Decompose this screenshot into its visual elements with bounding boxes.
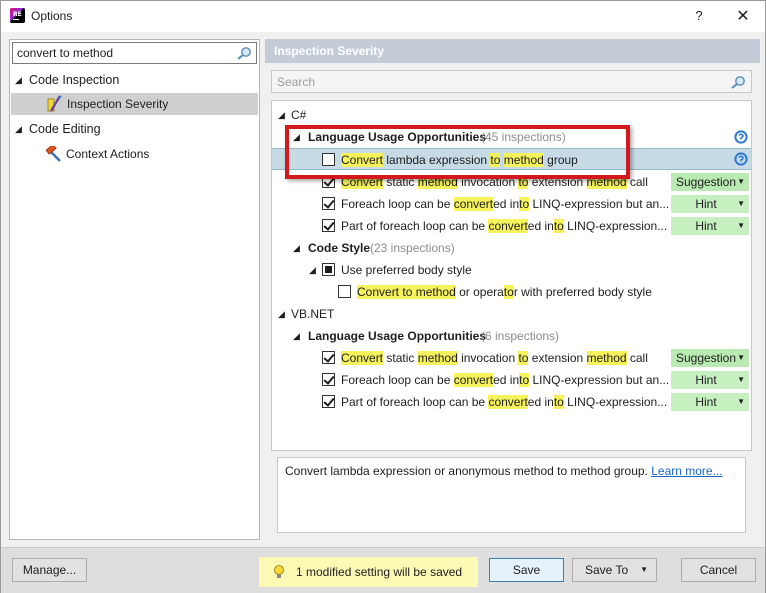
modified-notice: 1 modified setting will be saved (259, 557, 478, 587)
expanded-arrow-icon[interactable]: ◢ (15, 69, 22, 91)
tree-node-csharp[interactable]: ◢ C# (272, 104, 751, 126)
settings-tree-panel: ◢ Code Inspection Inspection Severity ◢ … (9, 39, 260, 540)
page-header: Inspection Severity (265, 39, 760, 63)
highlight-callout (285, 125, 630, 179)
search-icon[interactable] (730, 75, 746, 89)
inspection-label: Part of foreach loop can be converted in… (341, 219, 668, 233)
tree-item-code-inspection[interactable]: ◢ Code Inspection (10, 69, 259, 91)
help-button[interactable]: ? (685, 4, 713, 28)
language-label: C# (291, 108, 307, 122)
chevron-down-icon: ▼ (737, 199, 745, 208)
inspection-row-foreach-linq[interactable]: Foreach loop can be converted into LINQ-… (272, 193, 751, 215)
inspection-checkbox[interactable] (322, 219, 335, 232)
inspection-checkbox[interactable] (322, 263, 335, 276)
group-title: Code Style (308, 241, 371, 255)
help-icon[interactable] (734, 130, 748, 144)
inspection-label: Convert to method or operator with prefe… (357, 285, 652, 299)
save-to-label: Save To (585, 563, 629, 577)
inspection-checkbox[interactable] (322, 373, 335, 386)
inspection-checkbox[interactable] (338, 285, 351, 298)
page-title: Inspection Severity (274, 44, 385, 58)
severity-dropdown[interactable]: Suggestion ▼ (671, 173, 749, 191)
inspection-checkbox[interactable] (322, 197, 335, 210)
save-to-button[interactable]: Save To ▼ (572, 558, 657, 582)
inspection-description: Convert lambda expression or anonymous m… (277, 457, 746, 533)
inspection-row-vb-convert-static-method[interactable]: Convert static method invocation to exte… (272, 347, 751, 369)
hammer-icon (46, 146, 61, 162)
save-button[interactable]: Save (489, 558, 564, 582)
tree-item-label: Code Inspection (29, 73, 120, 87)
tree-item-code-editing[interactable]: ◢ Code Editing (10, 118, 259, 140)
inspection-search-input[interactable] (277, 73, 697, 91)
expanded-arrow-icon[interactable]: ◢ (293, 237, 300, 259)
notice-text: 1 modified setting will be saved (296, 565, 463, 579)
dialog-footer: Manage... 1 modified setting will be sav… (1, 547, 765, 593)
chevron-down-icon: ▼ (737, 375, 745, 384)
inspection-label: Convert static method invocation to exte… (341, 351, 648, 365)
inspection-count: (6 inspections) (481, 329, 560, 343)
tree-item-label: Context Actions (66, 147, 150, 161)
inspection-label: Part of foreach loop can be converted in… (341, 395, 668, 409)
tree-item-context-actions[interactable]: Context Actions (10, 143, 259, 165)
severity-dropdown[interactable]: Hint ▼ (671, 217, 749, 235)
description-text: Convert lambda expression or anonymous m… (285, 464, 648, 478)
language-label: VB.NET (291, 307, 335, 321)
inspection-row-part-foreach-linq[interactable]: Part of foreach loop can be converted in… (272, 215, 751, 237)
options-dialog: RE Options ? ✕ ◢ Code Inspection Inspect… (0, 0, 766, 593)
expanded-arrow-icon[interactable]: ◢ (278, 104, 285, 126)
severity-dropdown[interactable]: Suggestion ▼ (671, 349, 749, 367)
cancel-button[interactable]: Cancel (681, 558, 756, 582)
window-title: Options (31, 9, 73, 23)
group-title: Language Usage Opportunities (308, 329, 487, 343)
settings-search-input[interactable] (17, 44, 227, 62)
inspection-row-vb-part-foreach-linq[interactable]: Part of foreach loop can be converted in… (272, 391, 751, 413)
group-code-style[interactable]: ◢ Code Style (23 inspections) (272, 237, 751, 259)
inspection-severity-icon (47, 95, 62, 112)
tree-item-inspection-severity[interactable]: Inspection Severity (11, 93, 258, 115)
search-icon[interactable] (236, 46, 252, 60)
inspection-row-vb-foreach-linq[interactable]: Foreach loop can be converted into LINQ-… (272, 369, 751, 391)
chevron-down-icon: ▼ (737, 177, 745, 186)
group-language-usage-vbnet[interactable]: ◢ Language Usage Opportunities (6 inspec… (272, 325, 751, 347)
tree-item-label: Code Editing (29, 122, 101, 136)
help-icon[interactable] (734, 152, 748, 166)
inspection-row-preferred-body-style[interactable]: ◢ Use preferred body style (272, 259, 751, 281)
settings-search-field[interactable] (12, 42, 257, 64)
inspection-row-convert-to-method[interactable]: Convert to method or operator with prefe… (272, 281, 751, 303)
title-bar: RE Options ? ✕ (1, 1, 765, 32)
learn-more-link[interactable]: Learn more... (651, 464, 722, 478)
chevron-down-icon: ▼ (737, 397, 745, 406)
inspection-label: Foreach loop can be converted into LINQ-… (341, 197, 670, 211)
close-button[interactable]: ✕ (727, 4, 759, 28)
inspection-label: Use preferred body style (341, 263, 472, 277)
inspection-checkbox[interactable] (322, 351, 335, 364)
lightbulb-icon (274, 565, 284, 578)
severity-dropdown[interactable]: Hint ▼ (671, 371, 749, 389)
chevron-down-icon: ▼ (640, 565, 648, 574)
expanded-arrow-icon[interactable]: ◢ (309, 259, 316, 281)
inspection-search-field[interactable] (271, 70, 752, 93)
chevron-down-icon: ▼ (737, 221, 745, 230)
tree-node-vbnet[interactable]: ◢ VB.NET (272, 303, 751, 325)
tree-item-label: Inspection Severity (67, 97, 169, 111)
manage-button[interactable]: Manage... (12, 558, 87, 582)
expanded-arrow-icon[interactable]: ◢ (278, 303, 285, 325)
inspection-label: Foreach loop can be converted into LINQ-… (341, 373, 670, 387)
chevron-down-icon: ▼ (737, 353, 745, 362)
expanded-arrow-icon[interactable]: ◢ (293, 325, 300, 347)
severity-dropdown[interactable]: Hint ▼ (671, 393, 749, 411)
app-icon-text: RE (13, 11, 22, 18)
expanded-arrow-icon[interactable]: ◢ (15, 118, 22, 140)
inspection-count: (23 inspections) (370, 241, 455, 255)
resharper-logo-icon: RE (10, 8, 25, 23)
inspection-checkbox[interactable] (322, 395, 335, 408)
severity-dropdown[interactable]: Hint ▼ (671, 195, 749, 213)
